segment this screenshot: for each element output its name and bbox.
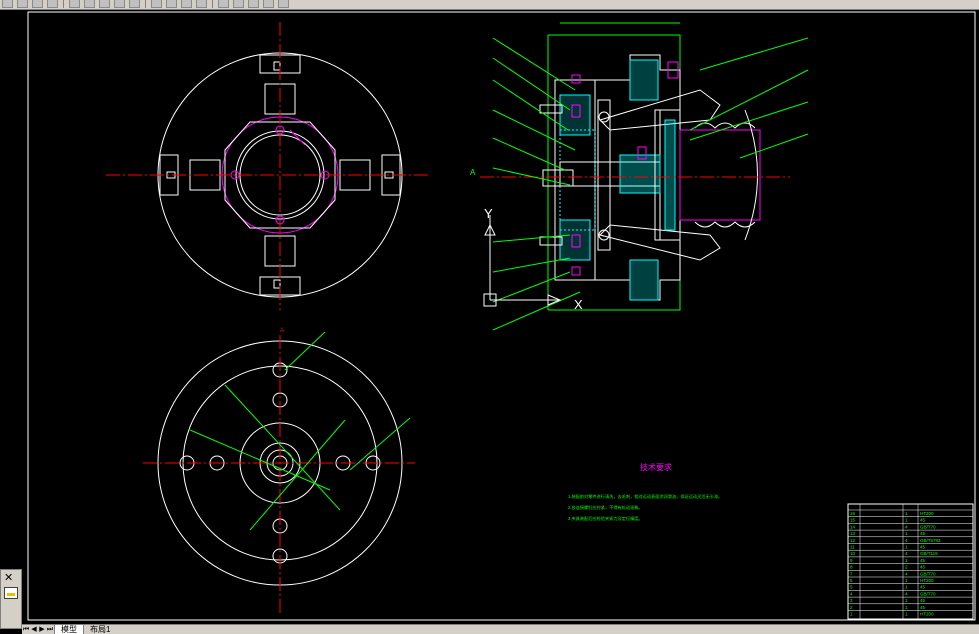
toolbar-separator [145,0,146,8]
title-block-cell: HT200 [920,578,934,583]
top-view [106,22,430,310]
title-block-cell: 10 [850,551,856,556]
design-center-icon[interactable] [233,0,244,8]
a-view: A [143,328,415,615]
title-block-cell: 4 [905,591,908,596]
title-block-cell: 45 [920,518,926,523]
title-block-cell: 3 [850,598,853,603]
title-block-cell: 8 [850,565,853,570]
ucs-x-label: X [574,297,583,312]
paste-icon[interactable] [99,0,110,8]
properties-icon[interactable] [218,0,229,8]
title-block-cell: 13 [850,531,856,536]
requirement-2: 2.各连接螺钉应拧紧，不得有松动现象。 [568,504,643,511]
title-block-cell: 1 [905,558,908,563]
title-block-cell: 45 [920,605,926,610]
requirement-3: 3.夹具装配后应检验夹紧力及定位精度。 [568,515,643,522]
title-block-cell: GB/T5783 [920,538,941,543]
redo-icon[interactable] [129,0,140,8]
title-block-cell: 2 [905,565,908,570]
title-block-cell: 14 [850,524,856,529]
cut-icon[interactable] [69,0,80,8]
zoom-window-icon[interactable] [181,0,192,8]
layer-properties-icon[interactable] [4,587,18,599]
title-block-cell: GB/T119 [920,551,938,556]
palette-panel: ✕ [0,569,22,629]
layer-icon[interactable] [263,0,274,8]
technical-requirements: 技术要求 1.装配前对零件进行清洗，去毛刺，相对运动表面涂润滑油，保证运动灵活无… [568,462,722,522]
title-block-cell: 1 [905,598,908,603]
title-block-cell: 12 [850,538,856,543]
title-block: 16 1 HT20015 1 4514 4 GB/T7013 1 4512 4 GB/T578311… [847,503,974,620]
close-icon[interactable]: ✕ [4,572,13,583]
title-block-cell: 45 [920,531,926,536]
save-icon[interactable] [32,0,43,8]
title-block-cell: 45 [920,545,926,550]
title-block-cell: 2 [850,605,853,610]
title-block-cell: 1 [905,511,908,516]
requirement-1: 1.装配前对零件进行清洗，去毛刺，相对运动表面涂润滑油，保证运动灵活无卡滞。 [568,493,722,500]
drawing-frame [27,11,976,621]
title-block-cell: 1 [905,545,908,550]
tool-palette-icon[interactable] [248,0,259,8]
pan-icon[interactable] [151,0,162,8]
standard-toolbar [0,0,979,10]
title-block-cell: GB/T70 [920,591,936,596]
title-block-cell: GB/T70 [920,571,936,576]
open-icon[interactable] [17,0,28,8]
title-block-cell: 9 [850,558,853,563]
plot-icon[interactable] [47,0,58,8]
title-block-cell: 1 [905,605,908,610]
ucs-y-label: Y [484,206,493,221]
title-block-cell: 1 [905,585,908,590]
zoom-icon[interactable] [166,0,177,8]
title-block-cell: 4 [905,551,908,556]
title-block-cell: 45 [920,558,926,563]
zoom-previous-icon[interactable] [196,0,207,8]
toolbar-separator [212,0,213,8]
title-block-cell: 6 [850,578,853,583]
section-label: A [470,168,476,177]
title-block-cell: 45 [920,585,926,590]
title-block-cell: 1 [905,578,908,583]
title-block-cell: 4 [905,571,908,576]
drawing-canvas[interactable]: A A Y X 技术要求 1.装配前对零件进行清洗，去毛刺，相对运动表面涂润滑油… [0,10,979,623]
title-block-cell: 1 [905,531,908,536]
section-view: A Y X [470,22,809,331]
undo-icon[interactable] [114,0,125,8]
requirements-title: 技术要求 [640,462,672,472]
title-block-cell: GB/T70 [920,524,936,529]
help-icon[interactable] [278,0,289,8]
title-block-cell: 4 [905,538,908,543]
copy-icon[interactable] [84,0,95,8]
title-block-cell: 4 [905,524,908,529]
title-block-cell: 45 [920,565,926,570]
title-block-cell: HT200 [920,511,934,516]
title-block-cell: 5 [850,585,853,590]
toolbar-separator [63,0,64,8]
new-icon[interactable] [2,0,13,8]
title-block-cell: 15 [850,518,856,523]
title-block-cell: 1 [905,612,908,617]
title-block-cell: 4 [850,591,853,596]
title-block-cell: 7 [850,571,853,576]
title-block-cell: 16 [850,511,856,516]
title-block-cell: 11 [850,545,855,550]
title-block-cell: 1 [850,612,853,617]
title-block-cell: HT200 [920,612,934,617]
title-block-cell: 45 [920,598,926,603]
view-label: A [280,328,284,334]
title-block-cell: 1 [905,518,908,523]
